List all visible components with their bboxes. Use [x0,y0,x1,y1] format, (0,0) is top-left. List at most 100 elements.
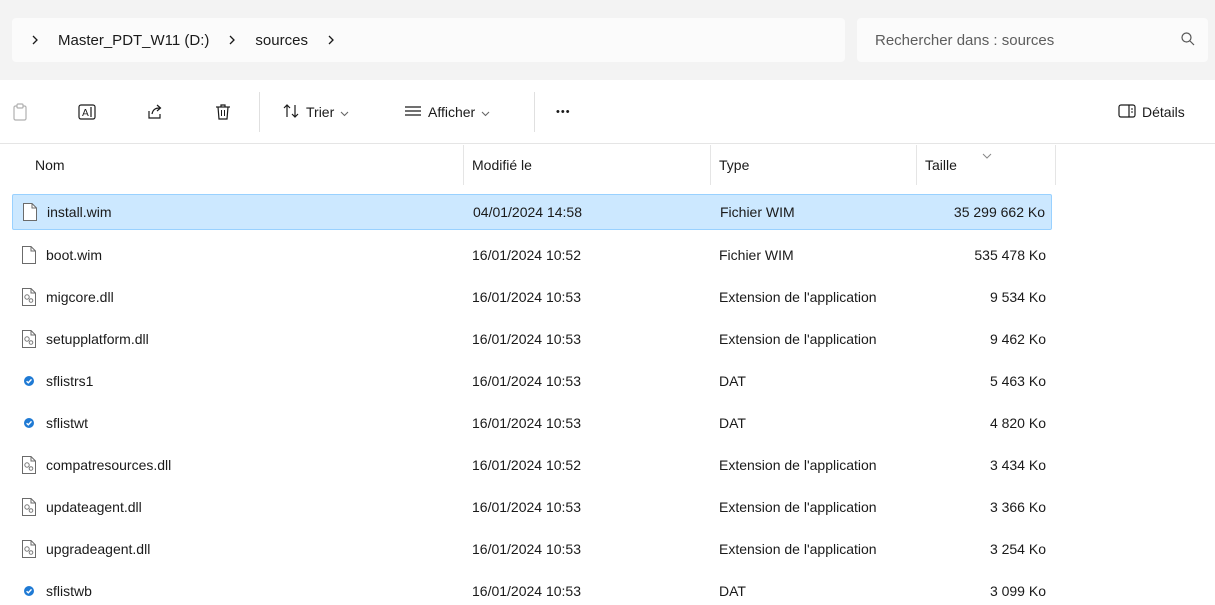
command-bar: A Trier Afficher ••• Détails [0,80,1215,144]
file-name: updateagent.dll [46,499,142,515]
address-bar-area: Master_PDT_W11 (D:) sources [0,0,1215,80]
file-name-cell: upgradeagent.dll [20,539,150,559]
file-row[interactable]: updateagent.dll 16/01/2024 10:53 Extensi… [12,489,1052,525]
file-name: migcore.dll [46,289,114,305]
toolbar-separator [534,92,535,132]
file-size: 3 254 Ko [989,541,1046,557]
column-header-date-label: Modifié le [472,157,532,173]
view-list-icon [404,104,422,121]
file-row[interactable]: boot.wim 16/01/2024 10:52 Fichier WIM 53… [12,237,1052,273]
details-pane-button[interactable]: Détails [1118,96,1185,128]
paste-icon[interactable] [10,96,30,128]
file-name-cell: setupplatform.dll [20,329,149,349]
breadcrumb[interactable]: Master_PDT_W11 (D:) sources [12,18,845,62]
toolbar-separator [259,92,260,132]
search-icon[interactable] [1180,31,1196,51]
file-icon [20,245,38,265]
rename-icon[interactable]: A [76,96,98,128]
dll-icon [20,329,38,349]
dll-icon [20,497,38,517]
view-label: Afficher [428,104,476,120]
file-name: upgradeagent.dll [46,541,151,557]
file-size: 4 820 Ko [989,415,1046,431]
file-date: 04/01/2024 14:58 [473,204,582,220]
file-name-cell: sflistwt [20,413,88,433]
file-date: 16/01/2024 10:53 [472,289,581,305]
view-button[interactable]: Afficher [404,96,490,128]
file-name-cell: sflistwb [20,581,92,601]
file-name-cell: sflistrs1 [20,371,93,391]
column-header-size-label: Taille [925,157,957,173]
file-icon [21,202,39,222]
dat-icon [20,371,38,391]
sort-descending-icon [982,146,992,164]
file-name-cell: boot.wim [20,245,102,265]
more-options-button[interactable]: ••• [556,96,571,128]
file-type: Extension de l'application [719,457,877,473]
file-name-cell: compatresources.dll [20,455,171,475]
file-row[interactable]: compatresources.dll 16/01/2024 10:52 Ext… [12,447,1052,483]
file-type: DAT [719,583,746,599]
dll-icon [20,287,38,307]
column-header-name[interactable]: Nom [28,145,464,185]
file-type: Extension de l'application [719,331,877,347]
dll-icon [20,455,38,475]
search-input[interactable] [875,31,1165,49]
file-type: DAT [719,415,746,431]
file-row[interactable]: install.wim 04/01/2024 14:58 Fichier WIM… [12,194,1052,230]
chevron-right-icon[interactable] [217,34,247,46]
dat-icon [20,413,38,433]
file-row[interactable]: sflistwb 16/01/2024 10:53 DAT 3 099 Ko [12,573,1052,605]
file-type: Extension de l'application [719,289,877,305]
file-size: 9 534 Ko [989,289,1046,305]
file-type: Extension de l'application [719,499,877,515]
column-header-type[interactable]: Type [711,145,917,185]
file-row[interactable]: migcore.dll 16/01/2024 10:53 Extension d… [12,279,1052,315]
file-name-cell: migcore.dll [20,287,114,307]
chevron-right-icon[interactable] [20,34,50,46]
share-icon[interactable] [144,96,166,128]
file-type: Fichier WIM [719,247,794,263]
column-header-date[interactable]: Modifié le [464,145,711,185]
chevron-right-icon[interactable] [316,34,346,46]
file-name-cell: updateagent.dll [20,497,142,517]
delete-icon[interactable] [213,96,233,128]
column-header-type-label: Type [719,157,750,173]
file-type: DAT [719,373,746,389]
file-row[interactable]: upgradeagent.dll 16/01/2024 10:53 Extens… [12,531,1052,567]
sort-button[interactable]: Trier [282,96,349,128]
dll-icon [20,539,38,559]
file-date: 16/01/2024 10:53 [472,415,581,431]
file-name: setupplatform.dll [46,331,149,347]
file-name: install.wim [47,204,112,220]
file-name: boot.wim [46,247,103,263]
breadcrumb-item-drive[interactable]: Master_PDT_W11 (D:) [50,32,217,49]
chevron-down-icon [340,104,349,120]
file-size: 35 299 662 Ko [953,204,1045,220]
file-size: 3 099 Ko [989,583,1046,599]
file-date: 16/01/2024 10:53 [472,541,581,557]
file-name-cell: install.wim [21,202,112,222]
file-name: compatresources.dll [46,457,172,473]
file-size: 5 463 Ko [989,373,1046,389]
chevron-down-icon [481,104,490,120]
file-row[interactable]: setupplatform.dll 16/01/2024 10:53 Exten… [12,321,1052,357]
breadcrumb-item-sources[interactable]: sources [247,32,316,49]
details-label: Détails [1142,104,1185,120]
file-size: 9 462 Ko [989,331,1046,347]
search-box[interactable] [857,18,1208,62]
file-row[interactable]: sflistrs1 16/01/2024 10:53 DAT 5 463 Ko [12,363,1052,399]
column-headers: Nom Modifié le Type Taille [0,145,1215,187]
file-date: 16/01/2024 10:53 [472,331,581,347]
file-date: 16/01/2024 10:53 [472,583,581,599]
file-row[interactable]: sflistwt 16/01/2024 10:53 DAT 4 820 Ko [12,405,1052,441]
file-type: Extension de l'application [719,541,877,557]
file-name: sflistwt [46,415,88,431]
file-size: 3 366 Ko [989,499,1046,515]
file-date: 16/01/2024 10:52 [472,457,581,473]
file-name: sflistrs1 [46,373,94,389]
file-size: 535 478 Ko [974,247,1046,263]
sort-icon [282,103,300,122]
column-header-name-label: Nom [35,157,65,173]
file-type: Fichier WIM [720,204,795,220]
